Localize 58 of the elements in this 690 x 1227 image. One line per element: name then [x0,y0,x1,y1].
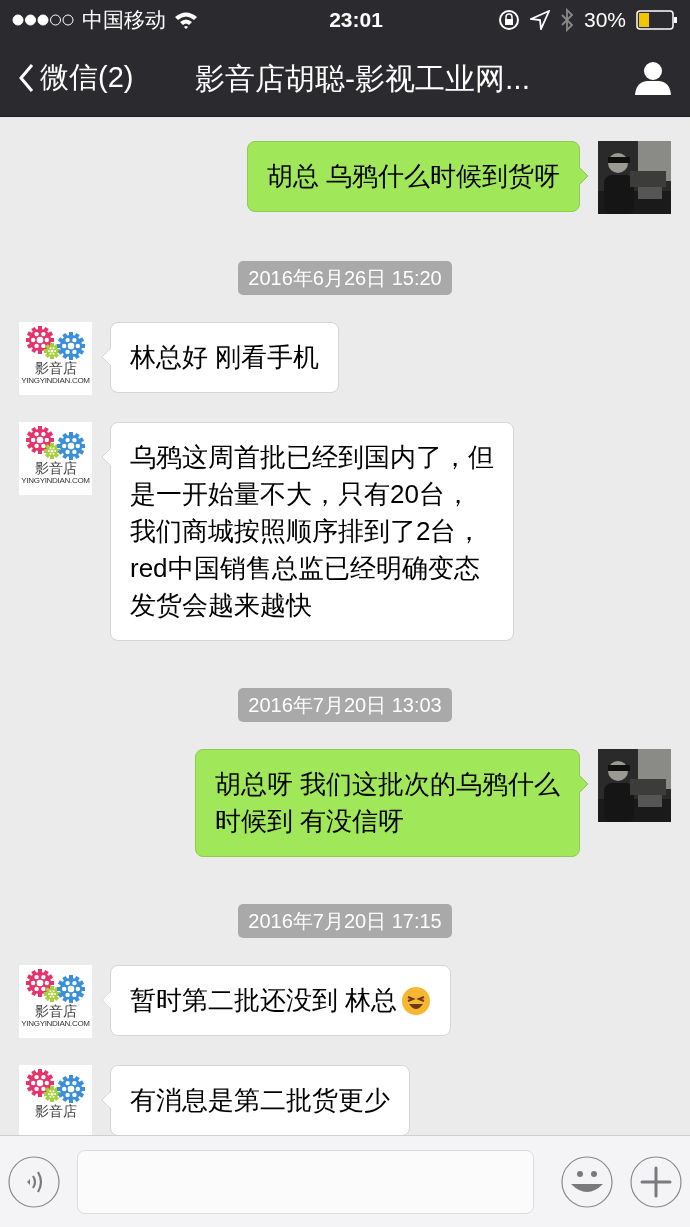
message-text: 胡总 乌鸦什么时候到货呀 [266,160,560,193]
contact-profile-icon[interactable] [634,60,672,96]
received-message-bubble[interactable]: 有消息是第二批货更少 [110,1065,410,1135]
bubble-tail [101,448,111,466]
timestamp: 2016年7月20日 17:15 [238,904,452,938]
rotation-lock-icon [497,9,520,31]
logo-site: YINGYINDIAN.COM [21,1019,90,1029]
received-message-bubble[interactable]: 林总好 刚看手机 [110,322,340,393]
bubble-tail [579,167,589,185]
message-text: red中国销售总监已经明确变态 [130,552,481,585]
sent-message-bubble[interactable]: 胡总 乌鸦什么时候到货呀 [246,141,580,212]
gears-icon [23,424,88,460]
logo-name: 影音店 [34,460,77,476]
smiley-icon[interactable] [561,1155,613,1208]
signal-icon [12,14,74,26]
battery-icon [636,10,678,30]
message-text: 时候到 有没信呀 [214,805,405,838]
battery-percent: 30% [583,7,626,34]
message-text: 林总好 刚看手机 [130,341,320,374]
clock-time: 23:01 [328,7,384,34]
message-text: 乌鸦这周首批已经到国内了，但 [130,441,494,474]
back-chevron-icon [18,63,34,93]
timestamp: 2016年7月20日 13:03 [238,688,452,722]
message-input-field[interactable] [77,1149,534,1214]
shop-logo-avatar[interactable]: 影音店 YINGYINDIAN.COM [19,322,92,395]
chat-title: 影音店胡聪-影视工业网... [194,60,531,97]
logo-name: 影音店 [34,1003,77,1019]
message-text: 胡总呀 我们这批次的乌鸦什么 [214,768,560,801]
shop-logo-avatar[interactable]: 影音店 YINGYINDIAN.COM [19,965,92,1038]
logo-site: YINGYINDIAN.COM [21,376,90,386]
back-button[interactable]: 微信(2) [18,56,183,100]
timestamp: 2016年6月26日 15:20 [238,261,452,295]
message-text: 暂时第二批还没到 林总 [130,984,398,1017]
received-message-bubble[interactable]: 乌鸦这周首批已经到国内了，但 是一开始量不大，只有20台， 我们商城按照顺序排到了2台， red中国销售总监已经明确变态 发货会越来越快 [110,422,514,641]
shop-logo-avatar[interactable]: 影音店 YINGYINDIAN.COM [19,422,92,495]
wifi-icon [174,11,198,29]
sent-message-bubble[interactable]: 胡总呀 我们这批次的乌鸦什么 时候到 有没信呀 [194,749,580,857]
message-text: 有消息是第二批货更少 [130,1084,390,1117]
bubble-tail [101,991,111,1009]
bubble-tail [579,775,589,793]
add-icon[interactable] [630,1155,682,1208]
voice-icon[interactable] [8,1155,60,1208]
bubble-tail [101,348,111,366]
message-text: 是一开始量不大，只有20台， [130,478,472,511]
carrier-name: 中国移动 [82,7,166,34]
message-text: 我们商城按照顺序排到了2台， [130,515,484,548]
location-arrow-icon [529,10,550,30]
gears-icon [23,324,88,360]
logo-name: 影音店 [34,360,77,376]
received-message-bubble[interactable]: 暂时第二批还没到 林总 [110,965,452,1036]
message-text: 发货会越来越快 [130,589,313,622]
gears-icon [23,967,88,1003]
logo-name: 影音店 [34,1103,77,1119]
bubble-tail [101,1091,111,1109]
gears-icon [23,1067,88,1103]
bluetooth-icon [559,8,574,32]
shop-logo-avatar[interactable]: 影音店 [19,1065,92,1135]
logo-site: YINGYINDIAN.COM [21,476,90,486]
